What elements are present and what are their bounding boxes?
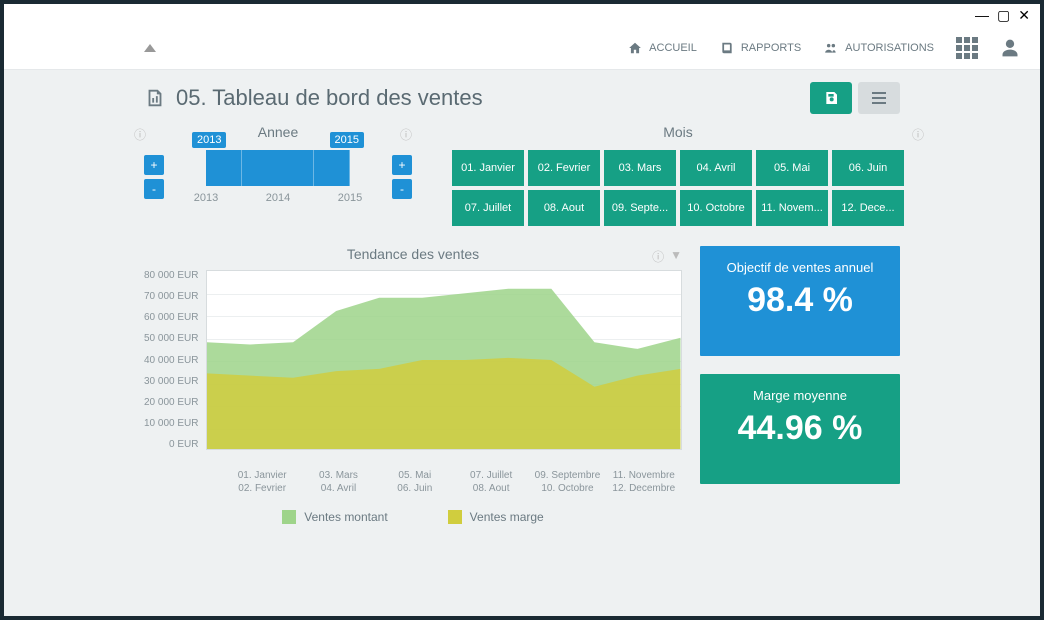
info-icon[interactable]: ⓘ [912,126,924,143]
year-axis: 2013 2014 2015 [170,192,386,204]
window-titlebar: — ▢ ✕ [4,4,1040,26]
chart-xaxis-row2: 02. Fevrier04. Avril06. Juin08. Aout10. … [224,483,682,494]
month-button-1[interactable]: 01. Janvier [452,150,524,186]
month-button-2[interactable]: 02. Fevrier [528,150,600,186]
month-button-10[interactable]: 10. Octobre [680,190,752,226]
month-button-7[interactable]: 07. Juillet [452,190,524,226]
ytick: 30 000 EUR [144,376,198,387]
kpi-value: 98.4 % [710,281,890,320]
xtick: 07. Juillet [453,470,529,481]
chart-plot[interactable] [206,270,682,450]
window-close-icon[interactable]: ✕ [1018,7,1030,24]
topbar: ACCUEIL RAPPORTS AUTORISATIONS [4,26,1040,70]
user-icon[interactable] [1000,38,1020,58]
year-minus-right[interactable]: - [392,179,412,199]
save-icon [823,90,839,106]
legend-label: Ventes marge [470,510,544,524]
xtick: 12. Decembre [606,483,682,494]
window-minimize-icon[interactable]: — [975,7,989,23]
filter-icon[interactable]: ▼ [670,248,682,265]
xtick: 02. Fevrier [224,483,300,494]
users-icon [823,41,839,55]
nav-reports-label: RAPPORTS [741,42,801,54]
xtick: 09. Septembre [529,470,605,481]
info-icon[interactable]: ⓘ [400,126,412,143]
month-grid: 01. Janvier02. Fevrier03. Mars04. Avril0… [452,150,904,226]
year-plus-left[interactable]: + [144,155,164,175]
year-tick: 2015 [314,192,386,204]
ytick: 70 000 EUR [144,291,198,302]
ytick: 10 000 EUR [144,418,198,429]
app-window: — ▢ ✕ ACCUEIL RAPPORTS AUTORISATIONS [0,0,1044,620]
month-button-3[interactable]: 03. Mars [604,150,676,186]
menu-button[interactable] [858,82,900,114]
kpi-sales-objective[interactable]: Objectif de ventes annuel 98.4 % [700,246,900,356]
nav-auth[interactable]: AUTORISATIONS [823,41,934,55]
chart-xaxis-row1: 01. Janvier03. Mars05. Mai07. Juillet09.… [224,470,682,481]
xtick: 06. Juin [377,483,453,494]
month-filter-title: Mois [663,124,693,140]
xtick: 08. Aout [453,483,529,494]
legend-item-marge[interactable]: Ventes marge [448,510,544,524]
apps-grid-icon[interactable] [956,37,978,59]
info-icon[interactable]: ⓘ [134,126,146,143]
top-nav: ACCUEIL RAPPORTS AUTORISATIONS [627,37,1020,59]
year-minus-left[interactable]: - [144,179,164,199]
kpi-value: 44.96 % [710,409,890,448]
legend-swatch-icon [282,510,296,524]
xtick: 10. Octobre [529,483,605,494]
ytick: 80 000 EUR [144,270,198,281]
month-button-8[interactable]: 08. Aout [528,190,600,226]
month-button-6[interactable]: 06. Juin [832,150,904,186]
collapse-up-icon[interactable] [144,44,156,52]
year-handle-end[interactable]: 2015 [330,132,364,148]
window-maximize-icon[interactable]: ▢ [997,7,1010,24]
month-filter: Mois ⓘ 01. Janvier02. Fevrier03. Mars04.… [452,124,904,226]
kpi-avg-margin[interactable]: Marge moyenne 44.96 % [700,374,900,484]
legend-swatch-icon [448,510,462,524]
chart-yaxis: 80 000 EUR 70 000 EUR 60 000 EUR 50 000 EUR… [144,270,206,450]
report-page-icon [144,87,166,109]
kpi-label: Objectif de ventes annuel [710,260,890,275]
xtick: 01. Janvier [224,470,300,481]
year-filter: Annee ⓘ ⓘ + - 2013 2015 [144,124,412,226]
month-button-11[interactable]: 11. Novem... [756,190,828,226]
year-tick: 2014 [242,192,314,204]
ytick: 20 000 EUR [144,397,198,408]
month-button-9[interactable]: 09. Septe... [604,190,676,226]
year-filter-title: Annee [258,124,298,140]
home-icon [627,41,643,55]
year-plus-right[interactable]: + [392,155,412,175]
hamburger-icon [872,92,886,104]
xtick: 11. Novembre [606,470,682,481]
month-button-12[interactable]: 12. Dece... [832,190,904,226]
ytick: 60 000 EUR [144,312,198,323]
year-slider[interactable]: 2013 2015 [170,150,386,186]
legend-item-montant[interactable]: Ventes montant [282,510,387,524]
nav-home[interactable]: ACCUEIL [627,41,697,55]
nav-reports[interactable]: RAPPORTS [719,41,801,55]
xtick: 04. Avril [300,483,376,494]
page-header: 05. Tableau de bord des ventes [4,70,1040,114]
page-title: 05. Tableau de bord des ventes [176,85,483,111]
info-icon[interactable]: ⓘ [652,248,664,265]
year-handle-start[interactable]: 2013 [192,132,226,148]
nav-auth-label: AUTORISATIONS [845,42,934,54]
sales-trend-chart: Tendance des ventes ⓘ ▼ 80 000 EUR 70 000… [144,246,682,524]
ytick: 0 EUR [144,439,198,450]
save-button[interactable] [810,82,852,114]
xtick: 03. Mars [300,470,376,481]
ytick: 50 000 EUR [144,333,198,344]
book-icon [719,41,735,55]
nav-home-label: ACCUEIL [649,42,697,54]
ytick: 40 000 EUR [144,355,198,366]
chart-legend: Ventes montant Ventes marge [144,510,682,524]
xtick: 05. Mai [377,470,453,481]
year-tick: 2013 [170,192,242,204]
month-button-5[interactable]: 05. Mai [756,150,828,186]
legend-label: Ventes montant [304,510,387,524]
month-button-4[interactable]: 04. Avril [680,150,752,186]
kpi-label: Marge moyenne [710,388,890,403]
chart-title: Tendance des ventes [144,246,682,262]
